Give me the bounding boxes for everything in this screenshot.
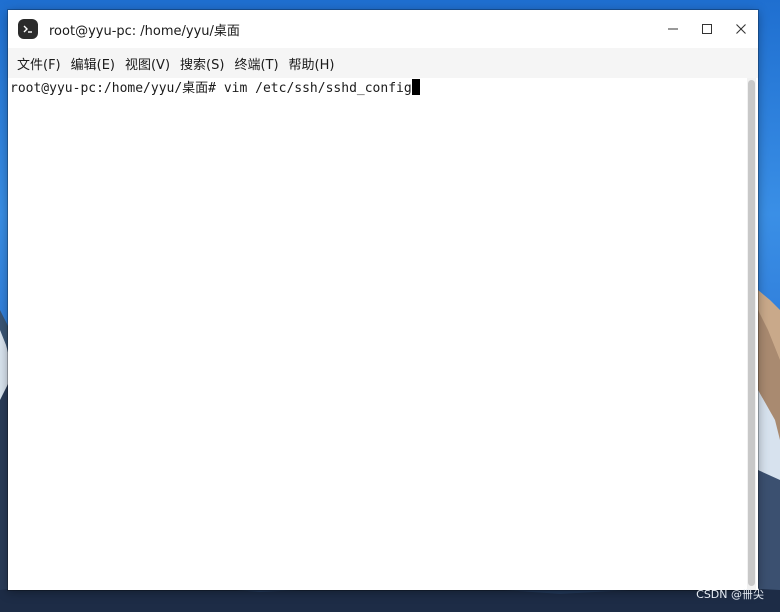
window-controls <box>656 10 758 48</box>
close-icon <box>736 24 746 34</box>
shell-prompt: root@yyu-pc:/home/yyu/桌面# <box>10 81 217 96</box>
close-button[interactable] <box>724 10 758 48</box>
watermark: CSDN @卌尖 <box>696 588 764 601</box>
terminal-area[interactable]: root@yyu-pc:/home/yyu/桌面# vim /etc/ssh/s… <box>8 78 746 590</box>
menu-edit[interactable]: 编辑(E) <box>71 51 115 76</box>
terminal-icon <box>18 19 38 39</box>
menu-view[interactable]: 视图(V) <box>125 51 170 76</box>
text-cursor <box>411 79 420 95</box>
menu-help[interactable]: 帮助(H) <box>289 51 335 76</box>
maximize-button[interactable] <box>690 10 724 48</box>
title-bar[interactable]: root@yyu-pc: /home/yyu/桌面 <box>8 10 758 48</box>
typed-command: vim /etc/ssh/sshd_config <box>216 81 412 96</box>
minimize-icon <box>668 28 678 30</box>
scrollbar-thumb[interactable] <box>748 80 755 586</box>
menu-file[interactable]: 文件(F) <box>17 51 61 76</box>
minimize-button[interactable] <box>656 10 690 48</box>
menu-bar: 文件(F) 编辑(E) 视图(V) 搜索(S) 终端(T) 帮助(H) <box>8 48 758 78</box>
vertical-scrollbar[interactable] <box>747 78 756 590</box>
command-line: root@yyu-pc:/home/yyu/桌面# vim /etc/ssh/s… <box>10 79 420 98</box>
menu-terminal[interactable]: 终端(T) <box>234 51 278 76</box>
maximize-icon <box>702 24 712 34</box>
terminal-window: root@yyu-pc: /home/yyu/桌面 文件(F) 编辑(E) 视图… <box>8 10 758 590</box>
menu-search[interactable]: 搜索(S) <box>180 51 224 76</box>
window-title: root@yyu-pc: /home/yyu/桌面 <box>49 23 240 39</box>
